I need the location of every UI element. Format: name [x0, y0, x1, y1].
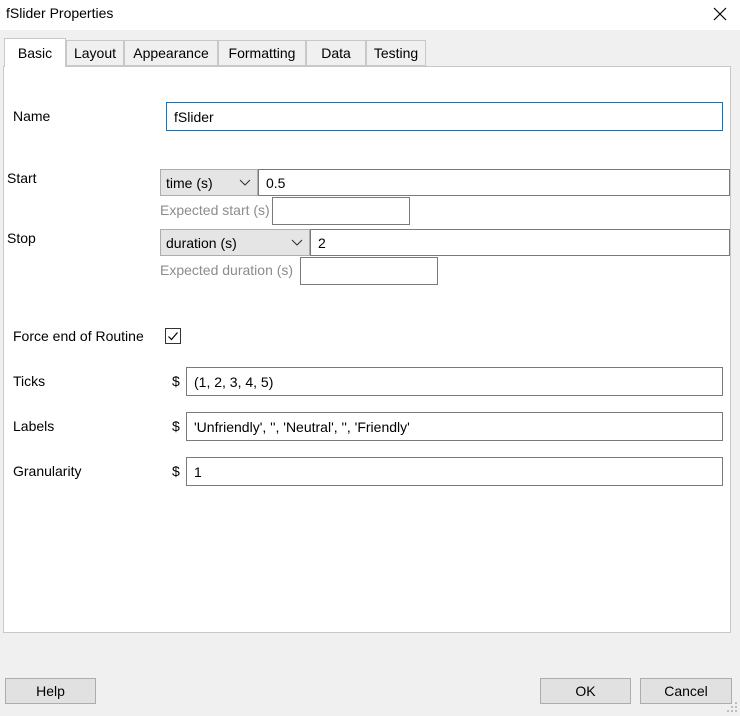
granularity-code-prefix: $: [172, 463, 180, 479]
stop-type-select[interactable]: duration (s): [160, 229, 310, 256]
expected-start-label: Expected start (s): [160, 202, 270, 218]
name-label: Name: [13, 108, 51, 124]
help-button[interactable]: Help: [5, 678, 96, 704]
start-value: 0.5: [266, 174, 286, 191]
window-title: fSlider Properties: [6, 5, 114, 21]
labels-input[interactable]: 'Unfriendly', '', 'Neutral', '', 'Friend…: [186, 412, 723, 441]
start-value-input[interactable]: 0.5: [258, 169, 730, 196]
tab-testing[interactable]: Testing: [366, 40, 426, 66]
force-end-label: Force end of Routine: [13, 328, 144, 344]
tab-layout[interactable]: Layout: [66, 40, 124, 66]
name-input[interactable]: fSlider: [166, 102, 723, 131]
name-value: fSlider: [174, 108, 214, 125]
stop-label: Stop: [7, 230, 36, 246]
ticks-code-prefix: $: [172, 373, 180, 389]
granularity-label: Granularity: [13, 463, 82, 479]
ticks-label: Ticks: [13, 373, 46, 389]
labels-label: Labels: [13, 418, 55, 434]
ticks-input[interactable]: (1, 2, 3, 4, 5): [186, 367, 723, 396]
cancel-button[interactable]: Cancel: [640, 678, 732, 704]
start-type-value: time (s): [166, 174, 213, 191]
resize-grip-icon: [727, 702, 737, 712]
granularity-input[interactable]: 1: [186, 457, 723, 486]
resize-grip[interactable]: [726, 700, 738, 712]
tab-appearance[interactable]: Appearance: [124, 40, 218, 66]
chevron-down-icon: [291, 239, 303, 246]
labels-code-prefix: $: [172, 418, 180, 434]
ok-button[interactable]: OK: [540, 678, 631, 704]
force-end-checkbox[interactable]: [165, 328, 181, 344]
close-button[interactable]: [707, 2, 733, 26]
labels-value: 'Unfriendly', '', 'Neutral', '', 'Friend…: [194, 418, 410, 435]
granularity-value: 1: [194, 463, 202, 480]
stop-value: 2: [318, 234, 326, 251]
tab-data[interactable]: Data: [306, 40, 366, 66]
checkmark-icon: [168, 332, 178, 341]
properties-panel: [3, 66, 731, 633]
expected-start-input[interactable]: [272, 197, 410, 225]
expected-duration-input[interactable]: [300, 257, 438, 285]
stop-value-input[interactable]: 2: [310, 229, 730, 256]
ticks-value: (1, 2, 3, 4, 5): [194, 373, 274, 390]
tab-formatting[interactable]: Formatting: [218, 40, 306, 66]
close-icon: [713, 7, 727, 21]
start-label: Start: [7, 170, 37, 186]
chevron-down-icon: [239, 179, 251, 186]
tab-basic[interactable]: Basic: [4, 38, 66, 67]
expected-duration-label: Expected duration (s): [160, 262, 294, 278]
start-type-select[interactable]: time (s): [160, 169, 258, 196]
stop-type-value: duration (s): [166, 234, 237, 251]
